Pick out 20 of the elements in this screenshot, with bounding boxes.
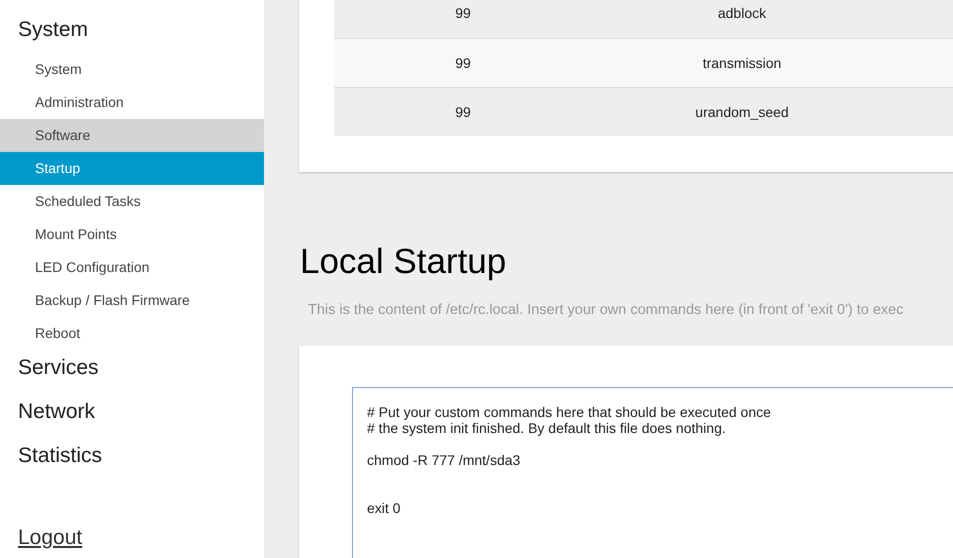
table-cell: 99 [455,5,471,21]
section-title: Local Startup [300,242,508,282]
sidebar-item[interactable]: Mount Points [0,218,264,251]
table-cell: urandom_seed [695,104,789,120]
table-cell: transmission [702,54,782,70]
logout-link[interactable]: Logout [18,526,82,549]
sidebar-section[interactable]: Statistics [0,442,264,486]
sidebar-item[interactable]: Scheduled Tasks [0,185,264,218]
code-textarea[interactable]: # Put your custom commands here that should be executed once # the system init finished. By default this file does nothing. chmod -R 777 /mnt/sda3 exit 0 [352,386,953,558]
table-cell: adblock [718,5,766,21]
section-description: This is the content of /etc/rc.local. Insert your own commands here (in front of 'exit 0') to exec [308,301,904,320]
sidebar-section[interactable]: Network [0,398,264,442]
sidebar-item[interactable]: Reboot [0,317,264,350]
sidebar-item[interactable]: Software [0,119,264,152]
table-cell: 99 [455,54,471,70]
sidebar-item[interactable]: LED Configuration [0,251,264,284]
sidebar-section[interactable]: Services [0,354,264,398]
table-cell: 99 [455,104,471,120]
sidebar-item[interactable]: Backup / Flash Firmware [0,284,264,317]
sidebar-item[interactable]: Administration [0,86,264,119]
